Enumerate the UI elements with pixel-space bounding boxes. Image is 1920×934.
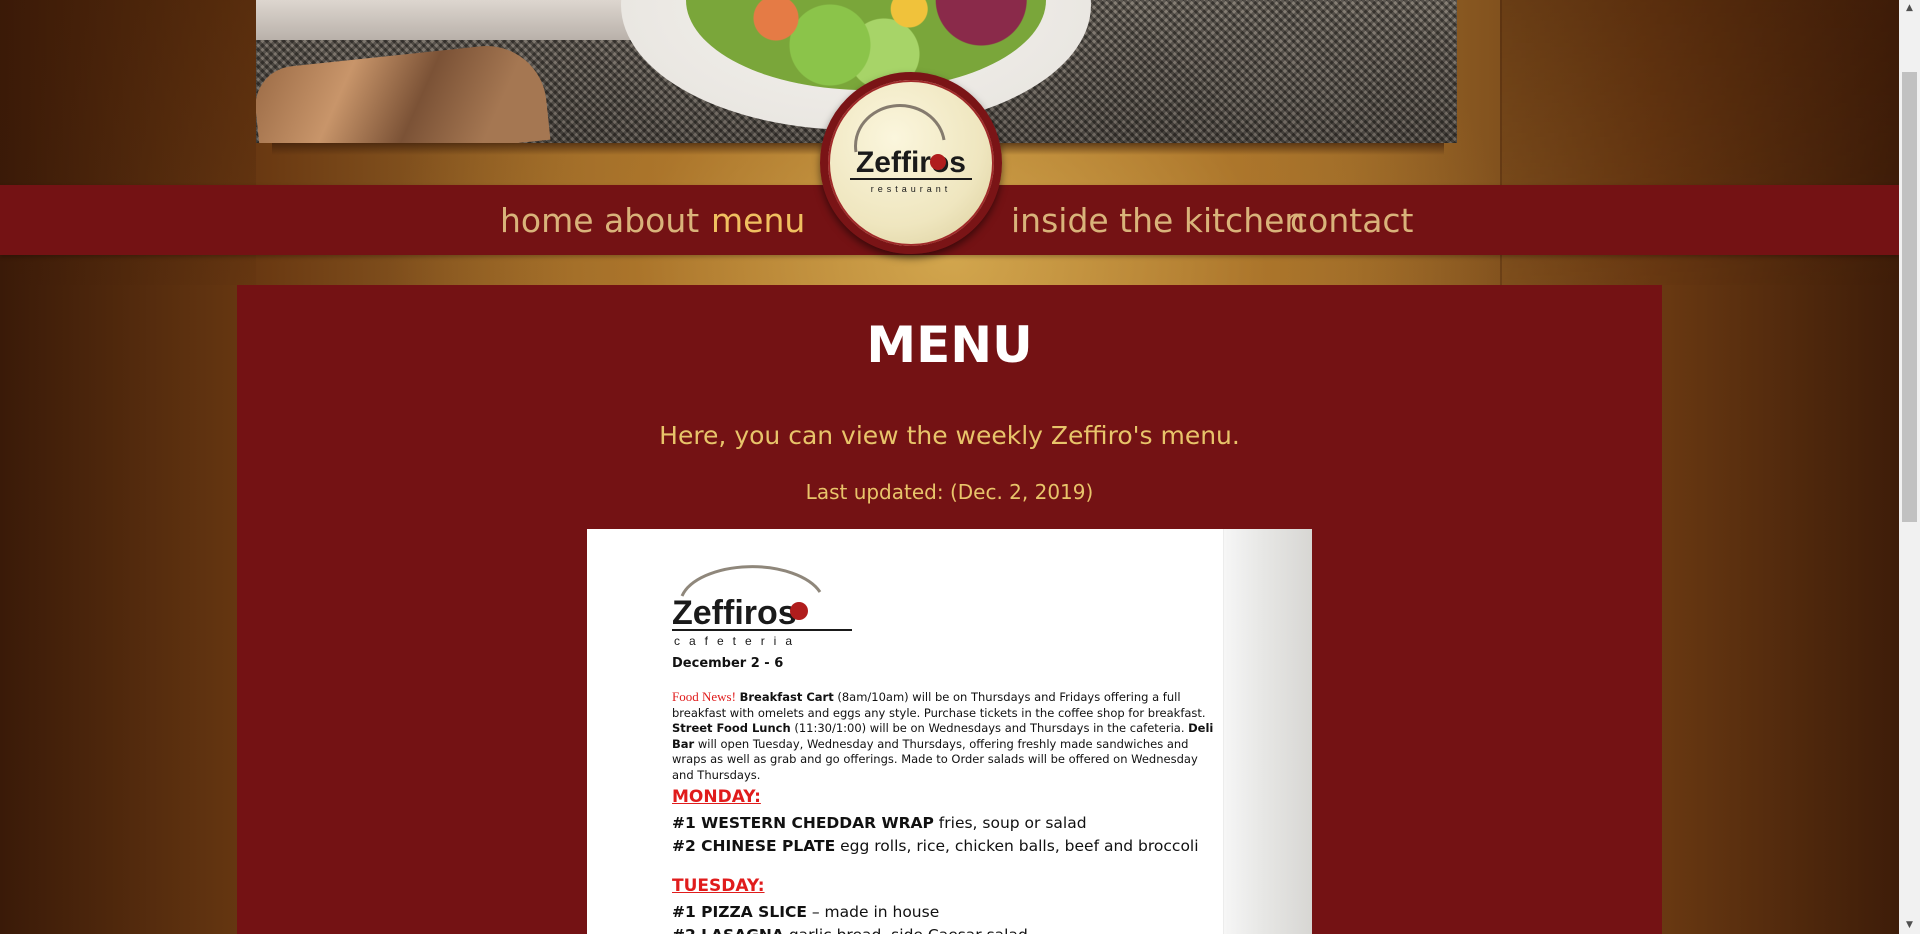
logo-name: Zeffiros: [856, 146, 966, 179]
menu-item-name: #2 CHINESE PLATE: [672, 837, 836, 855]
cafeteria-logo-name: Zeffiros: [672, 594, 797, 632]
menu-item-desc: – made in house: [806, 903, 940, 921]
scroll-up-arrow-icon[interactable]: ▲: [1899, 0, 1920, 17]
menu-item: #2 CHINESE PLATE egg rolls, rice, chicke…: [672, 837, 1199, 855]
page: home about menu inside the kitchen conta…: [0, 0, 1899, 934]
news-street-food-label: Street Food Lunch: [672, 721, 791, 735]
menu-item-desc: garlic bread, side Caesar salad: [784, 926, 1028, 934]
nav-home-link[interactable]: home: [500, 200, 594, 242]
logo-emblem: Zeffiros restaurant: [850, 104, 972, 194]
food-news: Food News! Breakfast Cart (8am/10am) wil…: [672, 689, 1222, 783]
food-news-tag: Food News!: [672, 689, 736, 704]
menu-item-desc: fries, soup or salad: [933, 814, 1087, 832]
news-deli-bar-text: will open Tuesday, Wednesday and Thursda…: [672, 736, 1198, 782]
news-street-food-text: (11:30/1:00) will be on Wednesdays and T…: [790, 721, 1189, 735]
nav-contact-link[interactable]: contact: [1290, 200, 1414, 242]
menu-item: #1 WESTERN CHEDDAR WRAP fries, soup or s…: [672, 814, 1087, 832]
weekly-menu-document: Zeffiros cafeteria December 2 - 6 Food N…: [587, 529, 1312, 934]
nav-menu-link[interactable]: menu: [711, 200, 805, 242]
menu-item: #1 PIZZA SLICE – made in house: [672, 903, 939, 921]
nav-about-link[interactable]: about: [604, 200, 699, 242]
restaurant-logo[interactable]: Zeffiros restaurant: [820, 72, 1002, 254]
last-updated-text: Last updated: (Dec. 2, 2019): [805, 480, 1094, 504]
menu-item-name: #1 WESTERN CHEDDAR WRAP: [672, 814, 934, 832]
scrollbar-thumb[interactable]: [1902, 72, 1917, 522]
menu-item: #2 LASAGNA garlic bread, side Caesar sal…: [672, 926, 1028, 934]
menu-item-name: #2 LASAGNA: [672, 926, 784, 934]
day-heading-tuesday: TUESDAY:: [672, 876, 765, 896]
menu-intro-text: Here, you can view the weekly Zeffiro's …: [659, 421, 1240, 450]
cafeteria-logo-tagline: cafeteria: [674, 634, 801, 648]
day-heading-monday: MONDAY:: [672, 787, 761, 807]
nav-inside-the-kitchen-link[interactable]: inside the kitchen: [1011, 200, 1305, 242]
scroll-down-arrow-icon[interactable]: ▼: [1899, 917, 1920, 934]
logo-tagline: restaurant: [871, 184, 952, 194]
menu-item-name: #1 PIZZA SLICE: [672, 903, 807, 921]
page-title: MENU: [866, 316, 1033, 374]
news-breakfast-cart-label: Breakfast Cart: [739, 690, 834, 704]
menu-item-desc: egg rolls, rice, chicken balls, beef and…: [835, 837, 1199, 855]
cafeteria-logo: Zeffiros cafeteria: [672, 565, 852, 648]
vertical-scrollbar[interactable]: ▲ ▼: [1899, 0, 1920, 934]
menu-dates: December 2 - 6: [672, 656, 784, 671]
